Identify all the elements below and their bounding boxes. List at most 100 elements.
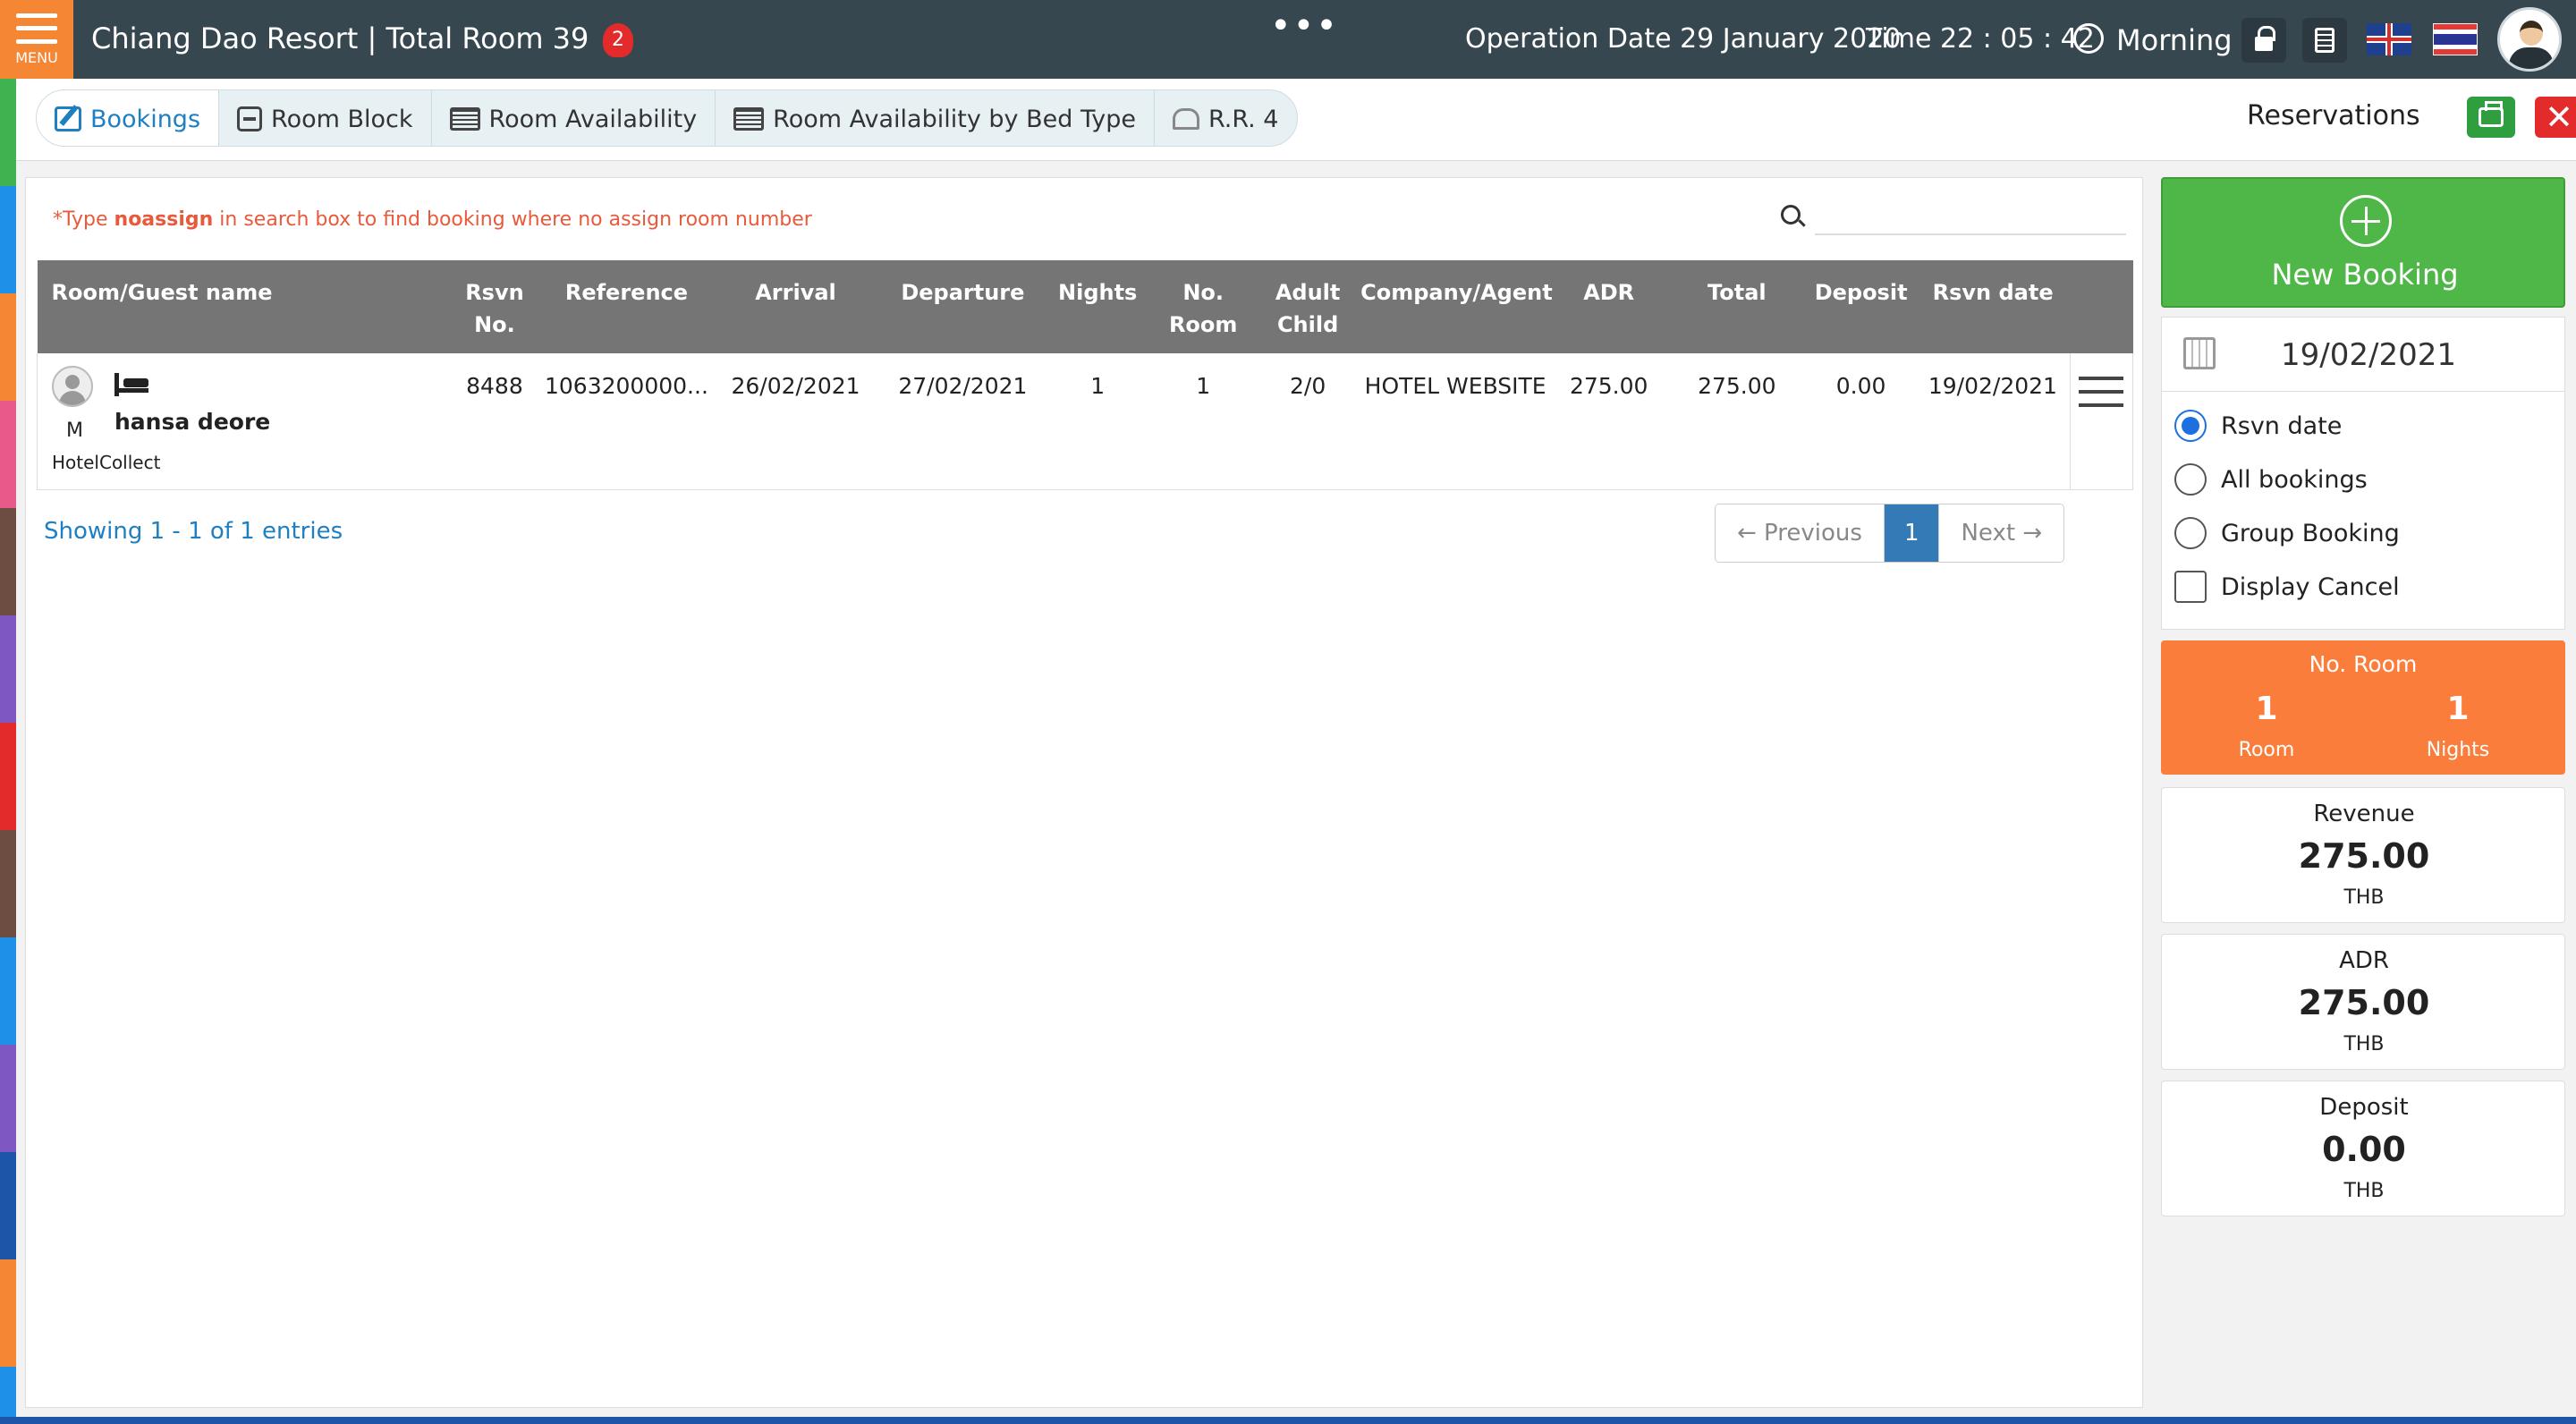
header-rsvn-date[interactable]: Rsvn date <box>1915 260 2071 353</box>
stripe-segment <box>0 1259 16 1367</box>
header-departure[interactable]: Departure <box>881 260 1045 353</box>
filter-options: Rsvn date All bookings Group Booking Dis… <box>2161 392 2565 630</box>
top-bar: MENU Chiang Dao Resort | Total Room 39 2… <box>0 0 2576 79</box>
stripe-segment <box>0 1152 16 1259</box>
revenue-title: Revenue <box>2313 801 2415 827</box>
checkbox-display-cancel[interactable] <box>2174 571 2207 603</box>
no-room-summary: No. Room 1 Room 1 Nights <box>2161 640 2565 775</box>
date-value: 19/02/2021 <box>2281 337 2456 373</box>
english-flag-icon[interactable] <box>2367 23 2411 55</box>
printer-icon <box>2479 101 2504 127</box>
calculator-button[interactable] <box>2302 18 2347 63</box>
tab-room-availability-bed-type[interactable]: Room Availability by Bed Type <box>716 90 1155 146</box>
plus-circle-icon <box>2340 195 2392 247</box>
header-adr[interactable]: ADR <box>1550 260 1668 353</box>
cell-rsvn-date: 19/02/2021 <box>1915 353 2071 490</box>
cell-departure: 27/02/2021 <box>881 353 1045 490</box>
nights-count: 1 <box>2446 691 2470 727</box>
table-row[interactable]: M hansa deore HotelCollect 8488 10632000… <box>37 353 2134 490</box>
rooms-count: 1 <box>2255 691 2278 727</box>
close-button[interactable]: ✕ <box>2535 97 2576 138</box>
option-group-booking[interactable]: Group Booking <box>2174 515 2400 551</box>
header-nights[interactable]: Nights <box>1044 260 1152 353</box>
bed-icon <box>114 373 148 396</box>
search-icon <box>1781 205 1801 225</box>
notification-badge[interactable]: 2 <box>603 23 633 57</box>
tab-label: Room Availability <box>488 105 698 133</box>
notification-count: 2 <box>612 29 624 51</box>
deposit-value: 0.00 <box>2322 1130 2406 1169</box>
stripe-segment <box>0 508 16 615</box>
more-options-icon[interactable]: ••• <box>1270 5 1339 47</box>
cell-no-room: 1 <box>1151 353 1256 490</box>
guest-name[interactable]: hansa deore <box>114 409 270 435</box>
header-rsvn-no[interactable]: Rsvn No. <box>445 260 544 353</box>
stripe-segment <box>0 79 16 186</box>
date-picker[interactable]: 19/02/2021 <box>2161 317 2565 392</box>
header-arrival[interactable]: Arrival <box>709 260 882 353</box>
search-hint: *Type noassign in search box to find boo… <box>53 208 812 231</box>
nights-label: Nights <box>2426 739 2490 761</box>
header-no-room[interactable]: No. Room <box>1151 260 1256 353</box>
print-button[interactable] <box>2467 97 2515 138</box>
menu-button[interactable]: MENU <box>0 0 73 79</box>
page-1-button[interactable]: 1 <box>1884 504 1939 562</box>
tab-room-availability[interactable]: Room Availability <box>432 90 716 146</box>
user-avatar[interactable] <box>2497 7 2562 72</box>
tab-label: Room Block <box>271 105 413 133</box>
header-reference[interactable]: Reference <box>543 260 710 353</box>
header-adult-child[interactable]: Adult Child <box>1255 260 1361 353</box>
list-icon <box>733 107 765 131</box>
header-company[interactable]: Company/Agent <box>1360 260 1553 353</box>
guest-title: M <box>66 420 83 442</box>
deposit-unit: THB <box>2343 1180 2385 1202</box>
option-label: Rsvn date <box>2221 411 2343 440</box>
option-display-cancel[interactable]: Display Cancel <box>2174 569 2400 605</box>
search-input[interactable] <box>1815 194 2126 235</box>
row-menu-icon[interactable] <box>2079 377 2124 407</box>
tab-rr4[interactable]: R.R. 4 <box>1155 90 1297 146</box>
deposit-title: Deposit <box>2319 1094 2409 1121</box>
guest-cell[interactable]: M hansa deore HotelCollect <box>37 353 446 490</box>
tab-room-block[interactable]: Room Block <box>219 90 432 146</box>
tab-label: R.R. 4 <box>1208 105 1279 133</box>
stripe-segment <box>0 401 16 508</box>
cell-rsvn-no: 8488 <box>445 353 544 490</box>
adr-value: 275.00 <box>2298 983 2430 1022</box>
table-header-row: Room/Guest name Rsvn No. Reference Arriva… <box>37 260 2133 353</box>
stripe-segment <box>0 830 16 937</box>
lock-icon <box>2255 26 2275 51</box>
entries-info: Showing 1 - 1 of 1 entries <box>44 518 343 545</box>
cell-total: 275.00 <box>1667 353 1807 490</box>
close-icon: ✕ <box>2545 97 2573 137</box>
radio-rsvn-date[interactable] <box>2174 410 2207 442</box>
radio-all-bookings[interactable] <box>2174 463 2207 496</box>
lock-button[interactable] <box>2241 18 2286 63</box>
new-booking-label: New Booking <box>2271 258 2459 292</box>
adr-title: ADR <box>2339 947 2389 974</box>
tab-bookings[interactable]: Bookings <box>37 90 220 146</box>
clock-time: Time 22 : 05 : 42 <box>1866 23 2095 55</box>
option-all-bookings[interactable]: All bookings <box>2174 462 2368 497</box>
pagination: ← Previous 1 Next → <box>1715 504 2065 563</box>
list-icon <box>449 107 480 131</box>
stripe-segment <box>0 937 16 1045</box>
radio-group-booking[interactable] <box>2174 517 2207 549</box>
header-deposit[interactable]: Deposit <box>1806 260 1916 353</box>
hint-keyword: noassign <box>114 208 214 231</box>
color-stripe <box>0 79 16 1424</box>
guest-source: HotelCollect <box>52 452 161 473</box>
thai-flag-icon[interactable] <box>2433 23 2478 55</box>
header-total[interactable]: Total <box>1667 260 1807 353</box>
page-title: Reservations <box>2247 100 2420 131</box>
block-icon <box>237 106 263 131</box>
revenue-card: Revenue 275.00 THB <box>2161 787 2565 923</box>
new-booking-button[interactable]: New Booking <box>2161 177 2565 308</box>
option-rsvn-date[interactable]: Rsvn date <box>2174 408 2342 444</box>
next-page-button[interactable]: Next → <box>1938 504 2064 562</box>
header-guest[interactable]: Room/Guest name <box>37 260 446 353</box>
shift-label: Morning <box>2116 23 2233 57</box>
revenue-unit: THB <box>2343 886 2385 909</box>
hamburger-icon <box>16 13 57 44</box>
previous-page-button[interactable]: ← Previous <box>1716 504 1885 562</box>
